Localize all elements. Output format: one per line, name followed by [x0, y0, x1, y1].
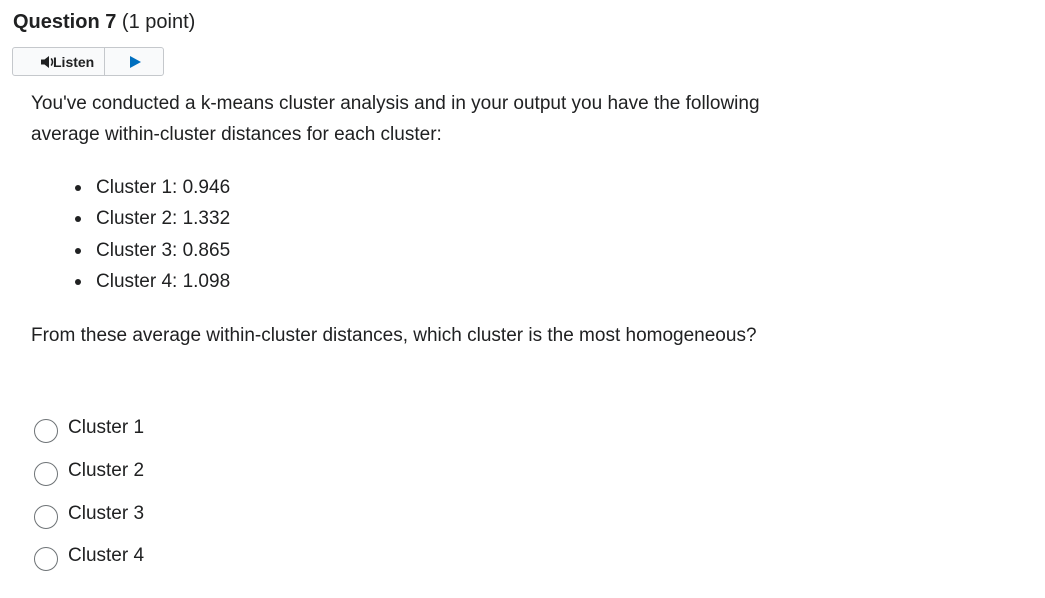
- cluster-distance-list: Cluster 1: 0.946 Cluster 2: 1.332 Cluste…: [72, 172, 230, 297]
- question-prompt-intro: You've conducted a k-means cluster analy…: [31, 93, 760, 145]
- listen-button[interactable]: Listen: [13, 48, 106, 75]
- question-header: Question 7 (1 point): [13, 9, 195, 35]
- answer-option-cluster-3[interactable]: Cluster 3: [34, 492, 144, 535]
- option-label[interactable]: Cluster 4: [68, 545, 144, 567]
- radio-button[interactable]: [34, 547, 58, 572]
- listen-toolbar: Listen: [12, 47, 164, 76]
- answer-option-cluster-4[interactable]: Cluster 4: [34, 535, 144, 578]
- answer-option-cluster-1[interactable]: Cluster 1: [34, 407, 144, 450]
- list-item: Cluster 3: 0.865: [72, 235, 230, 266]
- option-label[interactable]: Cluster 3: [68, 503, 144, 525]
- listen-label: Listen: [53, 53, 95, 70]
- list-item: Cluster 1: 0.946: [72, 172, 230, 203]
- speaker-icon: [41, 56, 54, 68]
- radio-button[interactable]: [34, 504, 58, 529]
- option-label[interactable]: Cluster 2: [68, 460, 144, 482]
- answer-options: Cluster 1 Cluster 2 Cluster 3 Cluster 4: [34, 407, 144, 578]
- question-title: Question 7: [13, 11, 117, 33]
- answer-option-cluster-2[interactable]: Cluster 2: [34, 450, 144, 493]
- list-item: Cluster 2: 1.332: [72, 203, 230, 234]
- question-points: (1 point): [121, 11, 196, 33]
- list-item: Cluster 4: 1.098: [72, 266, 230, 297]
- question-prompt: From these average within-cluster distan…: [31, 325, 757, 346]
- play-icon: [129, 55, 141, 68]
- play-button[interactable]: [105, 48, 163, 75]
- radio-button[interactable]: [34, 419, 58, 444]
- option-label[interactable]: Cluster 1: [68, 417, 144, 439]
- radio-button[interactable]: [34, 462, 58, 487]
